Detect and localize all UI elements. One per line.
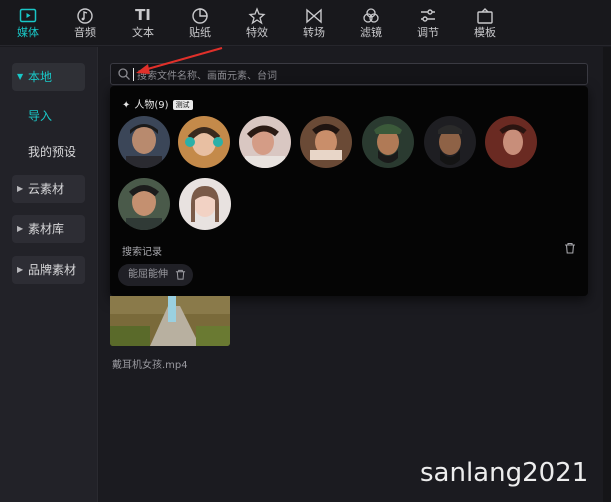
top-toolbar: 媒体 音频 TI 文本 贴纸 特效 转场 滤镜 调节 模板 [0,0,611,46]
beta-badge: 测试 [172,100,193,110]
sidebar-item-local[interactable]: ▼ 本地 [12,63,85,91]
person-avatar[interactable] [178,116,230,168]
sidebar-item-library-label: 素材库 [28,222,65,236]
search-icon [118,68,130,80]
sidebar-item-cloud[interactable]: ▶ 云素材 [12,175,85,203]
tab-template[interactable]: 模板 [463,4,507,44]
tab-media-label: 媒体 [17,26,39,39]
scrollbar[interactable] [603,47,611,502]
media-file-name: 戴耳机女孩.mp4 [112,360,188,371]
caret-right-icon: ▶ [17,224,24,233]
tab-filter[interactable]: 滤镜 [349,4,393,44]
filter-icon [349,4,393,26]
sidebar-item-cloud-label: 云素材 [28,182,65,196]
delete-history-trash-icon[interactable] [175,269,186,280]
person-avatar[interactable] [118,116,170,168]
tab-transition-label: 转场 [303,26,325,39]
template-icon [463,4,507,26]
adjust-icon [406,4,450,26]
sidebar-item-brand-label: 品牌素材 [28,263,77,277]
tab-template-label: 模板 [474,26,496,39]
person-avatar[interactable] [424,116,476,168]
media-icon [6,4,50,26]
audio-icon [63,4,107,26]
people-section-header: ✦ 人物(9) 测试 [122,96,193,111]
tab-adjust-label: 调节 [417,26,439,39]
person-avatar[interactable] [239,116,291,168]
search-input[interactable]: 搜索文件名称、画面元素、台词 [110,63,588,85]
tab-media[interactable]: 媒体 [6,4,50,44]
search-suggestions-dropdown: ✦ 人物(9) 测试 搜索记录 能屈能伸 [110,86,588,296]
tab-effects[interactable]: 特效 [235,4,279,44]
person-avatar[interactable] [179,178,231,230]
people-label: 人物(9) [134,100,169,111]
caret-right-icon: ▶ [17,265,24,274]
sidebar-item-brand[interactable]: ▶ 品牌素材 [12,256,85,284]
tab-text-label: 文本 [132,26,154,39]
sidebar-item-library[interactable]: ▶ 素材库 [12,215,85,243]
text-cursor [133,68,134,81]
tab-effects-label: 特效 [246,26,268,39]
sidebar-item-import[interactable]: 导入 [28,107,52,124]
watermark-text: sanlang2021 [420,458,589,488]
caret-right-icon: ▶ [17,184,24,193]
tab-audio-label: 音频 [74,26,96,39]
media-thumbnail[interactable] [110,296,230,346]
tab-sticker-label: 贴纸 [189,26,211,39]
clear-history-trash-icon[interactable] [564,242,576,254]
sidebar-item-local-label: 本地 [28,70,53,84]
search-placeholder: 搜索文件名称、画面元素、台词 [137,71,277,82]
person-avatar[interactable] [118,178,170,230]
caret-down-icon: ▼ [17,72,24,81]
person-avatar[interactable] [300,116,352,168]
tab-adjust[interactable]: 调节 [406,4,450,44]
transition-icon [292,4,336,26]
tab-sticker[interactable]: 贴纸 [178,4,222,44]
sticker-icon [178,4,222,26]
search-history-chip-text: 能屈能伸 [128,269,168,280]
sidebar-item-my-presets[interactable]: 我的预设 [28,143,76,160]
tab-text[interactable]: TI 文本 [121,4,165,44]
person-avatar[interactable] [485,116,537,168]
search-history-chip[interactable]: 能屈能伸 [118,264,193,286]
search-history-label: 搜索记录 [122,247,162,258]
person-avatar[interactable] [362,116,414,168]
effects-icon [235,4,279,26]
tab-filter-label: 滤镜 [360,26,382,39]
sparkle-icon: ✦ [122,100,131,111]
tab-audio[interactable]: 音频 [63,4,107,44]
tab-transition[interactable]: 转场 [292,4,336,44]
text-icon: TI [135,6,151,24]
